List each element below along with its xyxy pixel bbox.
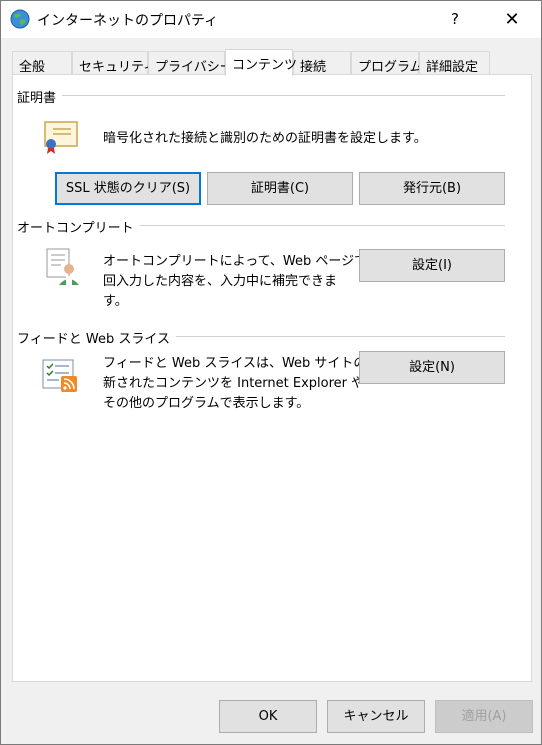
help-button[interactable]: ? xyxy=(427,1,483,38)
certificates-button[interactable]: 証明書(C) xyxy=(207,172,353,205)
publishers-button[interactable]: 発行元(B) xyxy=(359,172,505,205)
autocomplete-settings-button[interactable]: 設定(I) xyxy=(359,249,505,282)
cancel-button[interactable]: キャンセル xyxy=(327,700,425,733)
tab-content[interactable]: コンテンツ xyxy=(225,49,297,76)
certificates-group-divider xyxy=(17,95,505,96)
internet-globe-icon xyxy=(10,9,30,29)
feeds-settings-button[interactable]: 設定(N) xyxy=(359,351,505,384)
feeds-description-line2: 新されたコンテンツを Internet Explorer や xyxy=(103,376,365,391)
autocomplete-group-label: オートコンプリート xyxy=(17,217,140,236)
feeds-description-line3: その他のプログラムで表示します。 xyxy=(103,396,310,411)
tab-privacy[interactable]: プライバシー xyxy=(148,51,233,75)
apply-button[interactable]: 適用(A) xyxy=(435,700,533,733)
content-tab-panel: 証明書 暗号化された接続と識別のための証明書を設定します。 SSL 状態のクリア… xyxy=(12,74,532,682)
certificate-icon xyxy=(41,116,81,156)
internet-properties-dialog: インターネットのプロパティ ? ✕ 全般 セキュリティ プライバシー コンテンツ… xyxy=(0,0,542,745)
rss-feed-list-icon xyxy=(41,358,81,394)
tab-connections[interactable]: 接続 xyxy=(293,51,351,75)
tab-programs[interactable]: プログラム xyxy=(351,51,423,75)
autocomplete-description-line2: 回入力した内容を、入力中に補完できま xyxy=(103,274,338,289)
close-button[interactable]: ✕ xyxy=(483,1,541,38)
tab-advanced[interactable]: 詳細設定 xyxy=(419,51,490,75)
title-bar[interactable]: インターネットのプロパティ ? ✕ xyxy=(1,1,541,38)
tab-strip: 全般 セキュリティ プライバシー コンテンツ 接続 プログラム 詳細設定 xyxy=(1,49,541,76)
certificates-group-label: 証明書 xyxy=(17,87,63,106)
feeds-group-label: フィードと Web スライス xyxy=(17,328,176,347)
dialog-footer: OK キャンセル 適用(A) xyxy=(1,689,541,745)
certificates-description: 暗号化された接続と識別のための証明書を設定します。 xyxy=(103,131,427,146)
tab-security[interactable]: セキュリティ xyxy=(72,51,156,75)
tab-general[interactable]: 全般 xyxy=(12,51,72,75)
feeds-description-line1: フィードと Web スライスは、Web サイトの更 xyxy=(103,356,380,371)
ok-button[interactable]: OK xyxy=(219,700,317,733)
window-title: インターネットのプロパティ xyxy=(37,13,219,29)
autocomplete-description-line1: オートコンプリートによって、Web ページで前 xyxy=(103,254,381,269)
autocomplete-user-form-icon xyxy=(45,247,81,287)
clear-ssl-state-button[interactable]: SSL 状態のクリア(S) xyxy=(55,172,201,205)
autocomplete-description-line3: す。 xyxy=(103,294,128,309)
